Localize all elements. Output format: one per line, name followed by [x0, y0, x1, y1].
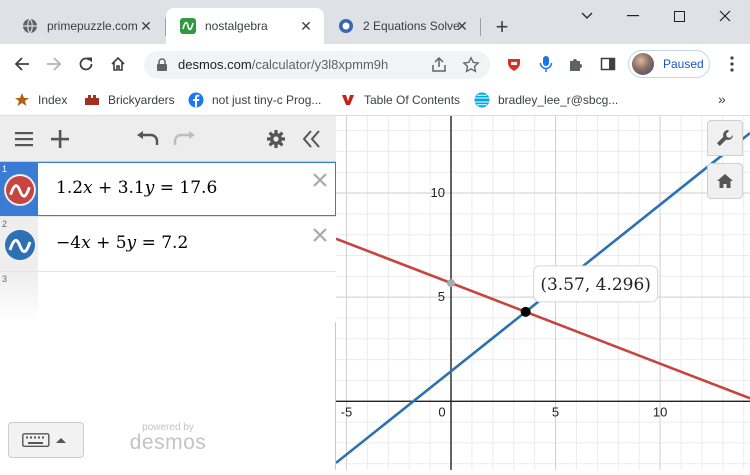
maximize-icon[interactable] [656, 0, 702, 32]
brick-icon [84, 92, 100, 108]
expression-math[interactable]: 1.2x + 3.1y = 17.6 [56, 178, 217, 198]
delete-expression-icon[interactable] [310, 170, 330, 190]
address-bar[interactable]: desmos.com/calculator/y3l8xpmm9h [144, 51, 490, 79]
tab-nostalgebra[interactable]: nostalgebra ✕ [166, 8, 324, 44]
calculator-favicon-icon [338, 18, 354, 34]
tab-separator [480, 18, 481, 36]
avatar [632, 53, 654, 75]
redo-icon[interactable] [172, 127, 196, 151]
expression-number: 2 [2, 219, 8, 229]
bookmark-label: not just tiny-c Prog... [212, 93, 322, 107]
close-tab-icon[interactable]: ✕ [454, 18, 470, 34]
reload-icon[interactable] [74, 52, 98, 76]
close-tab-icon[interactable]: ✕ [138, 18, 154, 34]
zoom-home-icon[interactable] [707, 163, 743, 199]
bookmark-label: Index [38, 93, 68, 107]
powered-by-desmos[interactable]: powered by desmos [128, 422, 208, 453]
extensions-puzzle-icon[interactable] [566, 54, 586, 74]
bookmark-table-of-contents[interactable]: Table Of Contents [340, 90, 460, 110]
close-window-icon[interactable] [702, 0, 748, 32]
microphone-icon[interactable] [536, 54, 556, 74]
profile-button[interactable]: Paused [628, 50, 710, 78]
graph-line-1 [335, 237, 750, 400]
keypad-toggle-button[interactable] [8, 422, 84, 458]
expression-math[interactable]: −4x + 5y = 7.2 [56, 233, 188, 253]
expression-number: 1 [2, 164, 8, 174]
home-icon[interactable] [106, 52, 130, 76]
bookmark-label: bradley_lee_r@sbcg... [498, 93, 619, 107]
x-tick-label: 5 [552, 404, 559, 419]
side-panel-icon[interactable] [598, 54, 618, 74]
tab-label: primepuzzle.com [47, 19, 138, 33]
bookmark-index[interactable]: Index [14, 90, 67, 110]
delete-expression-icon[interactable] [310, 225, 330, 245]
y-intercept-point [447, 279, 455, 288]
add-item-icon[interactable] [48, 127, 72, 151]
index-icon [14, 92, 30, 108]
more-bookmarks-icon[interactable]: » [718, 91, 726, 107]
minimize-icon[interactable] [610, 0, 656, 32]
expression-row-empty[interactable]: 3 [0, 272, 336, 322]
tab-2-equations-solver[interactable]: 2 Equations Solve ✕ [324, 8, 480, 44]
share-icon[interactable] [430, 56, 448, 79]
graph-settings-wrench-icon[interactable] [707, 120, 743, 156]
tab-label: nostalgebra [205, 19, 268, 33]
browser-chrome: primepuzzle.com ✕ nostalgebra ✕ 2 Equati… [0, 0, 750, 116]
expression-row[interactable]: 1 1.2x + 3.1y = 17.6 [0, 162, 336, 217]
desmos-favicon-icon [180, 18, 196, 34]
graph-style-icon[interactable] [4, 174, 36, 206]
intersection-point [520, 306, 531, 317]
tab-strip: primepuzzle.com ✕ nostalgebra ✕ 2 Equati… [0, 0, 750, 44]
y-tick-label: 10 [431, 185, 445, 200]
expression-toolbar [0, 116, 336, 162]
browser-toolbar: desmos.com/calculator/y3l8xpmm9h Paused [0, 44, 750, 84]
back-arrow-icon[interactable] [10, 52, 34, 76]
bookmark-label: Brickyarders [108, 93, 175, 107]
bookmarks-bar: Index Brickyarders not just tiny-c Prog.… [0, 84, 750, 116]
graph-style-icon[interactable] [4, 229, 36, 261]
desmos-app: 1 1.2x + 3.1y = 17.6 2 −4x + 5y = 7.2 3 … [0, 116, 750, 470]
hamburger-menu-icon[interactable] [12, 127, 36, 151]
x-tick-label: 0 [438, 404, 445, 419]
tab-label: 2 Equations Solve [363, 19, 460, 33]
lock-icon[interactable] [156, 58, 168, 77]
undo-icon[interactable] [136, 127, 160, 151]
att-icon [474, 92, 490, 108]
profile-status: Paused [663, 57, 704, 71]
bookmark-label: Table Of Contents [364, 93, 461, 107]
expression-panel: 1 1.2x + 3.1y = 17.6 2 −4x + 5y = 7.2 3 … [0, 116, 336, 470]
bookmark-bradley[interactable]: bradley_lee_r@sbcg... [474, 90, 618, 110]
toc-icon [340, 92, 356, 108]
x-tick-label: -5 [341, 404, 353, 419]
tab-primepuzzle[interactable]: primepuzzle.com ✕ [8, 8, 164, 44]
bookmark-not-just-tiny-c[interactable]: not just tiny-c Prog... [188, 90, 321, 110]
graph-paper[interactable]: -5 0 5 10 5 10 (3.57, 4.296) [335, 116, 750, 470]
expression-list: 1 1.2x + 3.1y = 17.6 2 −4x + 5y = 7.2 3 [0, 162, 336, 322]
expression-row[interactable]: 2 −4x + 5y = 7.2 [0, 217, 336, 272]
y-tick-label: 5 [438, 289, 445, 304]
expression-number: 3 [2, 274, 8, 284]
collapse-panel-icon[interactable] [300, 127, 324, 151]
keyboard-icon [22, 433, 66, 447]
bookmark-star-icon[interactable] [462, 56, 480, 79]
facebook-icon [188, 92, 204, 108]
graph-canvas[interactable]: -5 0 5 10 5 10 (3.57, 4.296) [335, 116, 750, 470]
bookmark-brickyarders[interactable]: Brickyarders [84, 90, 175, 110]
url-text: desmos.com/calculator/y3l8xpmm9h [178, 57, 389, 72]
globe-icon [22, 18, 38, 34]
extension-shield-icon[interactable] [504, 54, 524, 74]
new-tab-button[interactable]: + [490, 16, 514, 40]
intersection-label: (3.57, 4.296) [540, 275, 651, 295]
close-tab-icon[interactable]: ✕ [298, 18, 314, 34]
tab-search-chevron-icon[interactable] [564, 0, 610, 32]
forward-arrow-icon[interactable] [42, 52, 66, 76]
more-menu-icon[interactable] [722, 54, 742, 74]
settings-gear-icon[interactable] [264, 127, 288, 151]
x-tick-label: 10 [653, 404, 667, 419]
desmos-logo: desmos [129, 431, 207, 454]
